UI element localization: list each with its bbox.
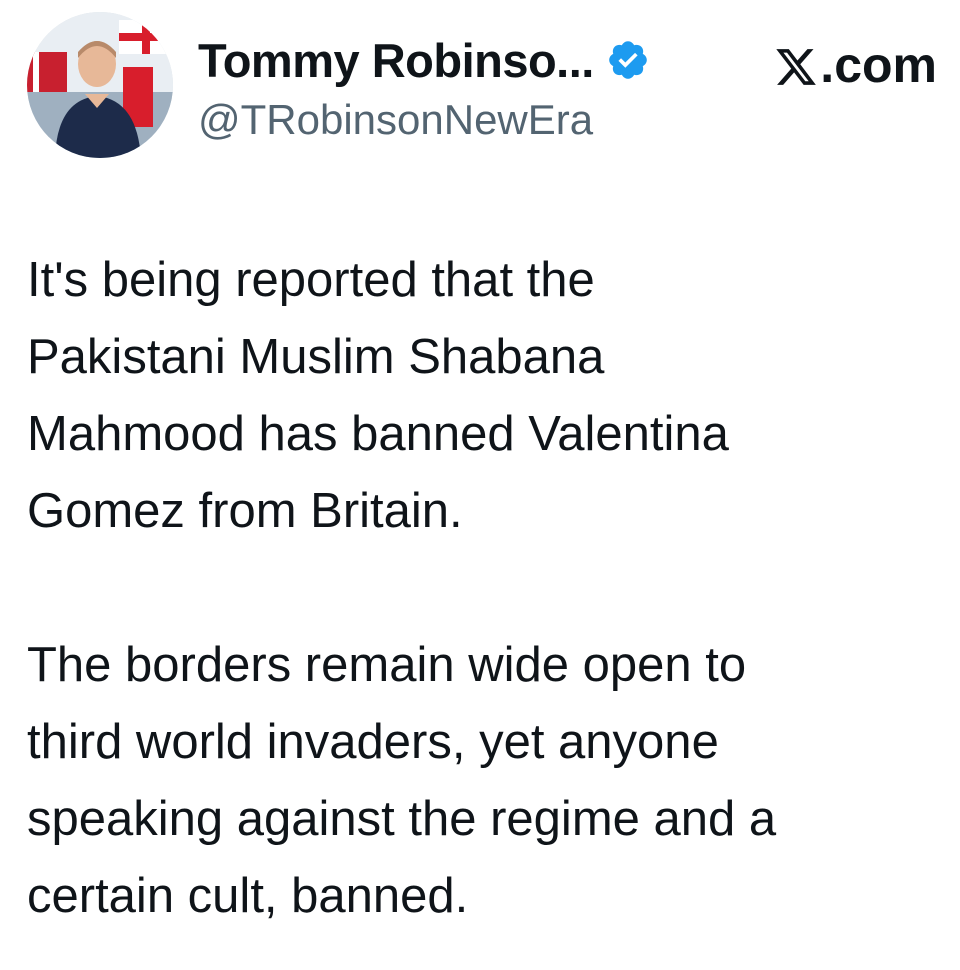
tweet-paragraph-1: It's being reported that the Pakistani M… (27, 253, 729, 538)
brand-domain-label: .com (820, 37, 937, 93)
tweet-header: Tommy Robinso... @TRobinsonNewEra .com (27, 12, 937, 162)
user-handle[interactable]: @TRobinsonNewEra (198, 96, 650, 144)
author-info: Tommy Robinso... @TRobinsonNewEra (198, 32, 650, 144)
tweet-paragraph-2: The borders remain wide open to third wo… (27, 638, 777, 923)
avatar-image (27, 12, 173, 158)
avatar[interactable] (27, 12, 173, 158)
x-com-brand: .com (774, 36, 937, 94)
verified-badge-icon (606, 38, 650, 82)
display-name[interactable]: Tommy Robinso... (198, 33, 594, 88)
tweet-text: It's being reported that the Pakistani M… (27, 242, 937, 935)
x-logo-icon (774, 43, 818, 87)
